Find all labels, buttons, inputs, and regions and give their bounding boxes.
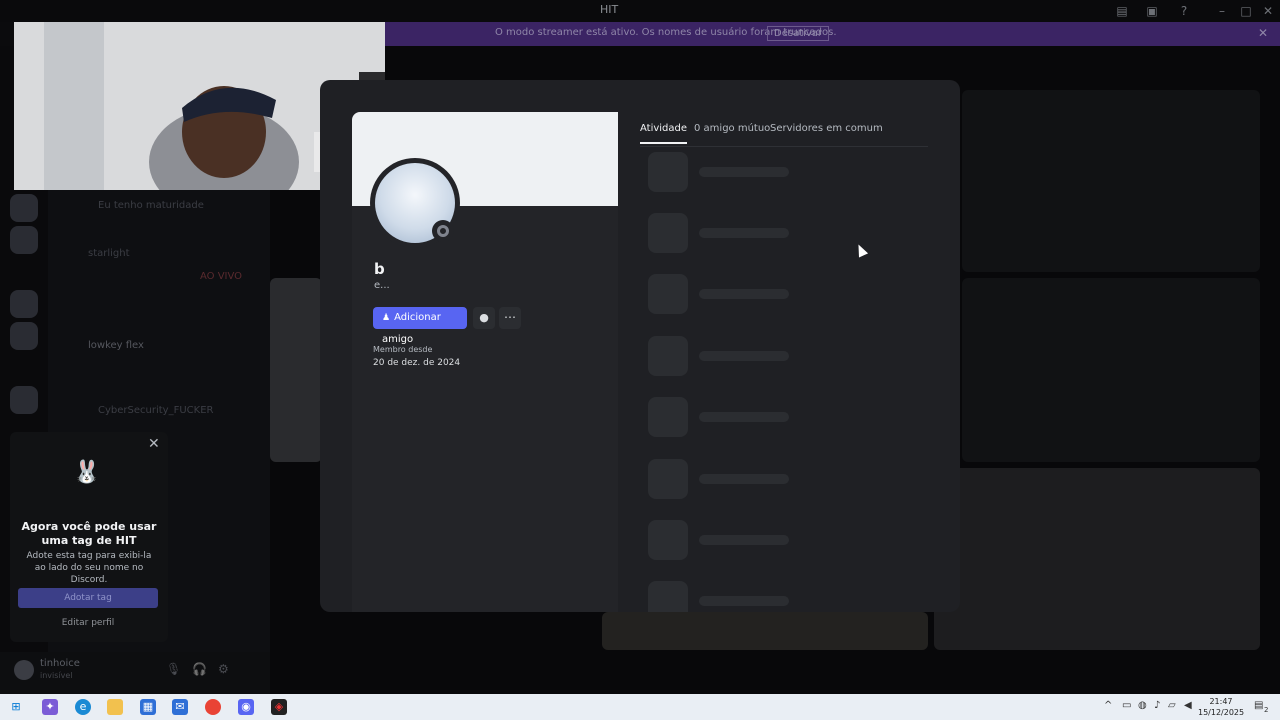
adopt-tag-button[interactable]: Adotar tag (18, 588, 158, 608)
edge-icon[interactable]: e (75, 699, 91, 715)
window-title: HIT (600, 3, 619, 16)
tab-activity[interactable]: Atividade (640, 123, 688, 144)
voice-user-item[interactable]: CyberSecurity_FUCKER (98, 405, 213, 416)
edit-profile-link[interactable]: Editar perfil (18, 618, 158, 628)
video-tile[interactable] (602, 612, 928, 650)
profile-username: b (374, 260, 385, 278)
chevron-up-icon[interactable]: ^ (1104, 700, 1112, 711)
tag-badge-icon: 🐰 (73, 460, 101, 485)
discord-icon[interactable]: ◉ (238, 699, 254, 715)
user-panel-status: invisível (40, 671, 73, 680)
network-icon[interactable]: ▱ (1168, 700, 1176, 711)
message-button[interactable]: ● (473, 307, 495, 329)
add-friend-button[interactable]: ♟ Adicionar amigo (373, 307, 467, 345)
chrome-icon[interactable] (205, 699, 221, 715)
help-icon[interactable]: ? (1176, 3, 1192, 19)
copilot-icon[interactable]: ✦ (42, 699, 58, 715)
profile-pronouns: e... (374, 280, 390, 291)
voice-channel-item[interactable]: Eu tenho maturidade (98, 200, 204, 211)
tray-app-icon[interactable]: ▭ (1122, 700, 1131, 711)
member-since-date: 20 de dez. de 2024 (373, 358, 461, 368)
loading-skeleton-row (648, 459, 808, 501)
member-since-label: Membro desde (373, 345, 433, 354)
more-options-button[interactable]: ⋯ (499, 307, 521, 329)
tab-mutual-servers[interactable]: Servidores em comum (770, 123, 883, 134)
loading-skeleton-row (648, 213, 808, 255)
profile-sidebar: b e... ♟ Adicionar amigo ● ⋯ Membro desde… (352, 112, 618, 612)
voice-channel-item[interactable]: starlight (88, 248, 130, 259)
title-bar: HIT ▤ ▣ ? – □ ✕ (0, 0, 1280, 22)
tab-mutual-friends[interactable]: 0 amigo mútuo (694, 123, 770, 134)
chat-bubble-icon: ● (479, 311, 489, 324)
notification-count: 2 (1264, 706, 1269, 714)
server-icon[interactable] (10, 290, 38, 318)
more-icon: ⋯ (504, 310, 516, 324)
minimize-icon[interactable]: – (1214, 3, 1230, 19)
taskbar-clock[interactable]: 21:47 15/12/2025 (1198, 696, 1244, 718)
server-icon[interactable] (10, 194, 38, 222)
clock-time: 21:47 (1209, 697, 1233, 706)
user-panel-name: tinhoice (40, 658, 80, 669)
inbox-icon[interactable]: ▤ (1114, 3, 1130, 19)
loading-skeleton-row (648, 336, 808, 378)
loading-skeleton-row (648, 520, 808, 562)
live-badge: AO VIVO (200, 271, 243, 282)
avatar[interactable] (370, 158, 460, 248)
tag-popup-description: Adote esta tag para exibi-la ao lado do … (26, 551, 152, 585)
tag-popup-heading: Agora você pode usar uma tag de HIT (21, 520, 157, 547)
windows-taskbar: ⊞ ✦ e ▦ ✉ ◉ ◈ ^ ▭ ◍ ♪ ▱ ◀ 21:47 15/12/20… (0, 694, 1280, 720)
headphones-icon[interactable]: 🎧 (192, 662, 207, 676)
notification-icon[interactable]: ▤ (1254, 700, 1263, 711)
add-friend-label: Adicionar amigo (382, 312, 441, 345)
clock-date: 15/12/2025 (1198, 708, 1245, 717)
video-tile[interactable] (962, 90, 1260, 272)
screen-icon[interactable]: ▣ (1144, 3, 1160, 19)
disable-streamer-button[interactable]: Desativar (767, 26, 830, 41)
video-tile[interactable] (270, 278, 322, 462)
file-explorer-icon[interactable] (107, 699, 123, 715)
user-panel: tinhoice invisível 🎙 🎧 ⚙ (0, 652, 270, 694)
video-tile[interactable] (934, 468, 1260, 650)
streamer-mode-banner: O modo streamer está ativo. Os nomes de … (385, 22, 1280, 46)
user-profile-modal: b e... ♟ Adicionar amigo ● ⋯ Membro desde… (320, 80, 960, 612)
mail-icon[interactable]: ✉ (172, 699, 188, 715)
close-icon[interactable]: ✕ (148, 436, 160, 452)
maximize-icon[interactable]: □ (1238, 3, 1254, 19)
close-window-icon[interactable]: ✕ (1260, 3, 1276, 19)
tray-app-icon[interactable]: ◍ (1138, 700, 1147, 711)
app-icon[interactable]: ◈ (271, 699, 287, 715)
server-icon[interactable] (10, 226, 38, 254)
close-icon[interactable]: ✕ (1258, 26, 1268, 40)
gear-icon[interactable]: ⚙ (218, 662, 229, 676)
server-icon[interactable] (10, 386, 38, 414)
guild-tag-popup: ✕ 🐰 Agora você pode usar uma tag de HIT … (10, 432, 168, 642)
profile-tabs: Atividade 0 amigo mútuo Servidores em co… (640, 123, 928, 147)
loading-skeleton-row (648, 581, 808, 612)
add-user-icon: ♟ (382, 313, 391, 323)
loading-skeleton-row (648, 397, 808, 439)
voice-channel-item[interactable]: lowkey flex (88, 340, 144, 351)
windows-start-icon[interactable]: ⊞ (8, 699, 24, 715)
loading-skeleton-row (648, 274, 808, 316)
store-icon[interactable]: ▦ (140, 699, 156, 715)
loading-skeleton-row (648, 152, 808, 194)
microphone-icon[interactable]: ♪ (1154, 700, 1160, 711)
server-icon[interactable] (10, 322, 38, 350)
microphone-icon[interactable]: 🎙 (166, 662, 181, 676)
volume-icon[interactable]: ◀ (1184, 700, 1192, 711)
avatar[interactable] (14, 660, 34, 680)
video-tile[interactable] (962, 278, 1260, 462)
status-indicator-icon (432, 220, 454, 242)
